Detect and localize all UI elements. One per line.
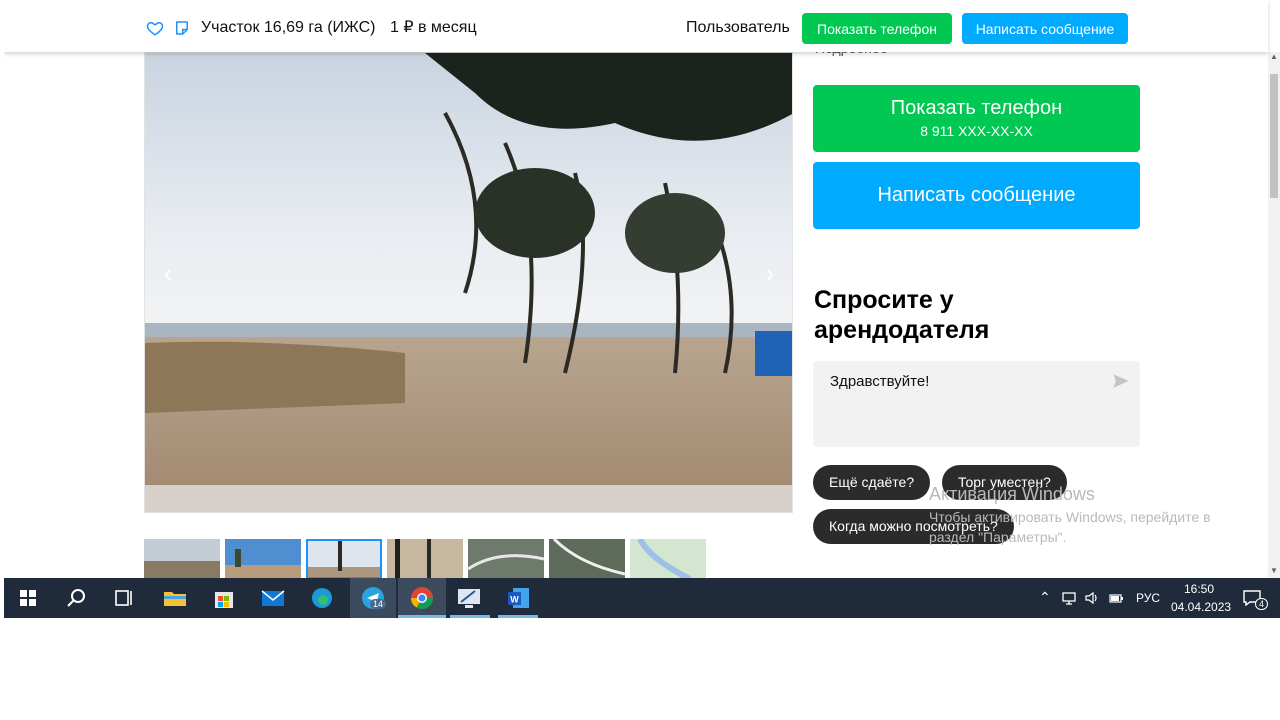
scrollbar-thumb[interactable]	[1270, 74, 1278, 198]
show-phone-label: Показать телефон	[890, 97, 1063, 119]
volume-icon[interactable]	[1084, 590, 1100, 606]
favorite-heart-icon[interactable]	[146, 19, 164, 37]
chrome-icon[interactable]	[408, 584, 436, 612]
show-phone-button[interactable]: Показать телефон 8 911 XXX-XX-XX	[813, 85, 1140, 152]
thumbnail-6[interactable]	[549, 539, 625, 579]
gallery-prev-arrow[interactable]: ‹	[153, 258, 183, 288]
tray-expand-chevron-icon[interactable]: ⌃	[1039, 589, 1051, 606]
watermark-title: Активация Windows	[929, 484, 1095, 504]
input-language[interactable]: РУС	[1136, 591, 1160, 605]
scroll-up-arrow[interactable]: ▲	[1268, 52, 1280, 62]
quick-reply-still-renting[interactable]: Ещё сдаёте?	[813, 465, 931, 500]
clock-time[interactable]: 16:50	[1184, 582, 1214, 596]
mail-icon[interactable]	[259, 584, 287, 612]
windows-taskbar: 14 W ⌃ РУС 16:50 04.04.2023 4	[4, 578, 1280, 618]
telegram-unread-badge: 14	[370, 599, 387, 609]
chrome-active-underline	[398, 615, 446, 618]
word-icon[interactable]: W	[505, 584, 533, 612]
thumbnail-4[interactable]	[387, 539, 463, 579]
listing-name: Участок 16,69 га (ИЖС)	[201, 19, 376, 36]
masked-phone-number: 8 911 XXX-XX-XX	[920, 123, 1033, 139]
browser-viewport: Участок 16,69 га (ИЖС) 1 ₽ в месяц Польз…	[4, 0, 1280, 618]
battery-icon[interactable]	[1108, 590, 1124, 606]
ask-landlord-heading: Спросите у арендодателя	[814, 286, 990, 344]
write-message-button[interactable]: Написать сообщение	[813, 162, 1140, 229]
clock-date[interactable]: 04.04.2023	[1171, 600, 1231, 614]
file-explorer-icon[interactable]	[161, 584, 189, 612]
task-view-icon[interactable]	[110, 584, 138, 612]
beach-photo	[145, 53, 792, 512]
note-icon[interactable]	[173, 19, 191, 37]
windows-activation-watermark: Активация Windows Чтобы активировать Win…	[929, 484, 1249, 547]
sticky-header: Участок 16,69 га (ИЖС) 1 ₽ в месяц Польз…	[4, 0, 1268, 52]
send-icon[interactable]	[1112, 372, 1130, 390]
gallery-next-arrow[interactable]: ›	[755, 258, 785, 288]
watermark-text: Чтобы активировать Windows, перейдите в …	[929, 509, 1211, 545]
network-icon[interactable]	[1061, 590, 1077, 606]
thumbnail-3[interactable]	[306, 539, 382, 579]
thumbnail-5[interactable]	[468, 539, 544, 579]
gallery-main-photo[interactable]: ‹ ›	[144, 52, 793, 513]
search-icon[interactable]	[62, 584, 90, 612]
listing-title: Участок 16,69 га (ИЖС) 1 ₽ в месяц	[201, 17, 487, 37]
notifications-count-badge: 4	[1255, 598, 1269, 610]
svg-text:W: W	[510, 595, 519, 605]
microsoft-store-icon[interactable]	[210, 584, 238, 612]
header-show-phone-button[interactable]: Показать телефон	[802, 13, 952, 44]
thumbnail-1[interactable]	[144, 539, 220, 579]
screen-app-underline	[450, 615, 490, 618]
thumbnail-2[interactable]	[225, 539, 301, 579]
page-scrollbar[interactable]: ▲ ▼	[1268, 52, 1280, 578]
word-underline	[498, 615, 538, 618]
edge-browser-icon[interactable]	[308, 584, 336, 612]
listing-price: 1 ₽ в месяц	[389, 19, 477, 36]
thumbnail-7[interactable]	[630, 539, 706, 579]
screen-app-icon[interactable]	[455, 584, 483, 612]
header-write-message-button[interactable]: Написать сообщение	[962, 13, 1128, 44]
scroll-down-arrow[interactable]: ▼	[1268, 566, 1280, 576]
message-input[interactable]: Здравствуйте!	[813, 361, 1140, 447]
windows-start-icon[interactable]	[14, 584, 42, 612]
message-input-text[interactable]: Здравствуйте!	[830, 373, 929, 390]
user-name[interactable]: Пользователь	[686, 19, 790, 37]
